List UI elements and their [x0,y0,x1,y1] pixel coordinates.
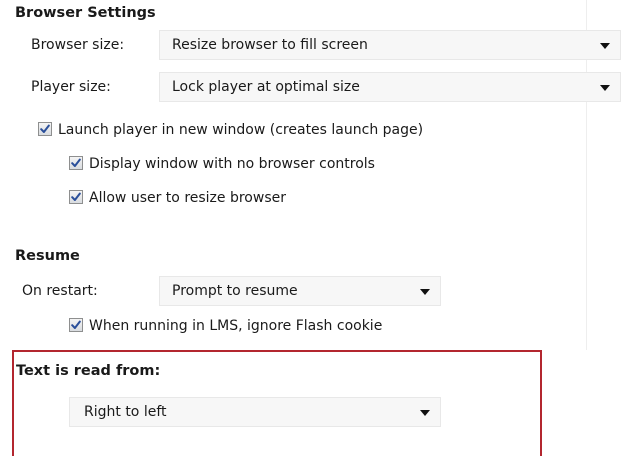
ignore-flash-cookie-label: When running in LMS, ignore Flash cookie [89,318,383,334]
text-direction-value: Right to left [84,404,167,420]
chevron-down-icon [600,43,610,49]
browser-size-label: Browser size: [31,37,125,53]
chevron-down-icon [420,410,430,416]
on-restart-label: On restart: [22,283,98,299]
launch-new-window-checkbox[interactable] [38,122,52,136]
resume-heading: Resume [15,248,80,264]
allow-resize-label: Allow user to resize browser [89,190,286,206]
browser-settings-heading: Browser Settings [15,5,156,21]
chevron-down-icon [600,85,610,91]
checkmark-icon [71,320,81,329]
chevron-down-icon [420,289,430,295]
on-restart-dropdown[interactable]: Prompt to resume [159,276,441,306]
launch-new-window-label: Launch player in new window (creates lau… [58,122,424,138]
text-direction-dropdown[interactable]: Right to left [69,397,441,427]
player-properties-panel: Browser Settings Browser size: Resize br… [0,0,625,456]
player-size-dropdown[interactable]: Lock player at optimal size [159,72,621,102]
no-browser-controls-label: Display window with no browser controls [89,156,375,172]
browser-size-dropdown[interactable]: Resize browser to fill screen [159,30,621,60]
allow-resize-checkbox[interactable] [69,190,83,204]
player-size-value: Lock player at optimal size [172,79,360,95]
text-direction-heading: Text is read from: [16,363,161,379]
ignore-flash-cookie-checkbox[interactable] [69,318,83,332]
on-restart-value: Prompt to resume [172,283,298,299]
checkmark-icon [40,124,50,133]
checkmark-icon [71,192,81,201]
player-size-label: Player size: [31,79,111,95]
checkmark-icon [71,158,81,167]
browser-size-value: Resize browser to fill screen [172,37,368,53]
no-browser-controls-checkbox[interactable] [69,156,83,170]
